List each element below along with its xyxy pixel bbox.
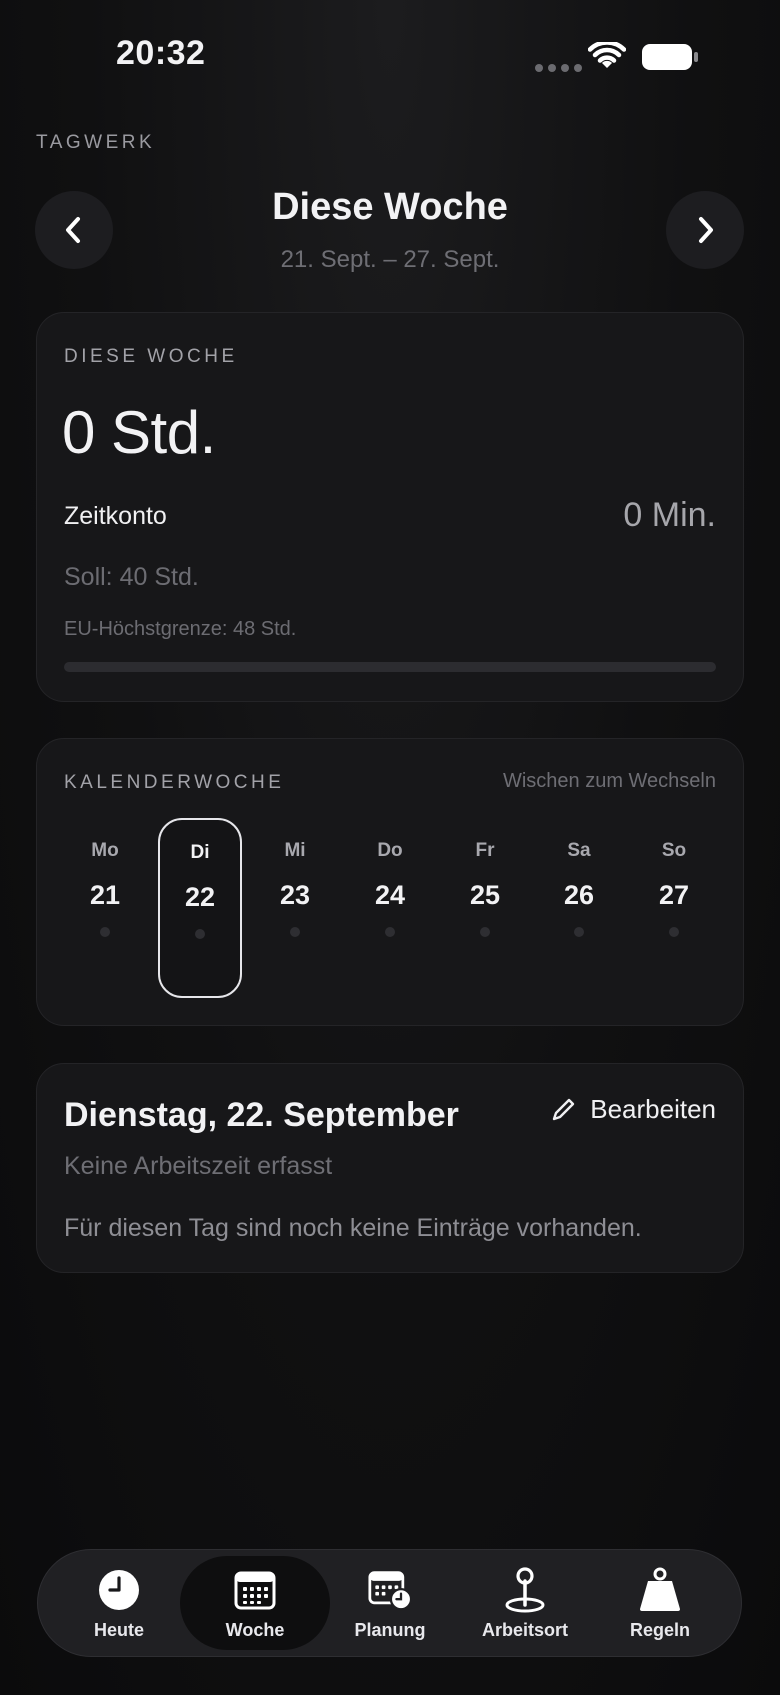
day-thu[interactable]: Do 24 <box>348 818 432 998</box>
day-number: 23 <box>279 880 311 910</box>
day-number: 26 <box>563 880 595 910</box>
zeitkonto-label: Zeitkonto <box>64 502 167 530</box>
day-name: Mo <box>91 840 119 861</box>
day-detail-title: Dienstag, 22. September <box>64 1096 459 1134</box>
pencil-icon <box>553 1098 575 1120</box>
day-entry-dot <box>480 927 490 937</box>
day-status: Keine Arbeitszeit erfasst <box>64 1152 333 1180</box>
battery-icon <box>642 44 698 70</box>
day-mon[interactable]: Mo 21 <box>63 818 147 998</box>
tab-arbeitsort[interactable]: Arbeitsort <box>457 1556 593 1650</box>
tab-regeln[interactable]: Regeln <box>592 1556 728 1650</box>
target-hours: Soll: 40 Std. <box>64 563 199 591</box>
edit-button[interactable]: Bearbeiten <box>550 1094 716 1125</box>
day-wed[interactable]: Mi 23 <box>253 818 337 998</box>
chevron-right-icon <box>699 217 713 243</box>
day-number: 21 <box>89 880 121 910</box>
tab-label: Heute <box>93 1620 144 1640</box>
wifi-icon <box>588 42 626 68</box>
day-name: Di <box>190 842 210 863</box>
clock-icon <box>99 1570 139 1610</box>
calendar-icon <box>234 1571 276 1610</box>
edit-button-label: Bearbeiten <box>590 1094 716 1124</box>
week-date-range: 21. Sept. – 27. Sept. <box>280 246 500 273</box>
swipe-hint: Wischen zum Wechseln <box>502 770 716 792</box>
cellular-signal-icon <box>535 64 582 72</box>
tab-heute[interactable]: Heute <box>51 1556 187 1650</box>
week-hours: 0 Std. <box>62 399 216 466</box>
day-name: So <box>661 840 687 861</box>
day-entry-dot <box>385 927 395 937</box>
day-empty-message: Für diesen Tag sind noch keine Einträge … <box>64 1214 642 1242</box>
weight-icon <box>640 1567 680 1611</box>
day-entry-dot <box>669 927 679 937</box>
page-title: Diese Woche <box>272 186 508 228</box>
day-number: 24 <box>374 880 406 910</box>
location-pin-icon <box>505 1567 545 1613</box>
tab-label: Woche <box>225 1620 285 1640</box>
zeitkonto-value: 0 Min. <box>623 496 716 534</box>
status-time: 20:32 <box>116 34 206 72</box>
tab-woche[interactable]: Woche <box>180 1556 330 1650</box>
app-name: TAGWERK <box>36 132 156 153</box>
day-name: Mi <box>284 840 306 861</box>
day-name: Sa <box>567 840 591 861</box>
calendar-clock-icon <box>368 1571 412 1611</box>
day-name: Do <box>377 840 403 861</box>
week-progress-bar <box>64 662 716 672</box>
day-entry-dot <box>574 927 584 937</box>
day-number: 27 <box>658 880 690 910</box>
day-fri[interactable]: Fr 25 <box>443 818 527 998</box>
day-entry-dot <box>195 929 205 939</box>
day-entry-dot <box>290 927 300 937</box>
day-number: 22 <box>184 882 216 912</box>
tab-label: Planung <box>354 1620 426 1640</box>
tab-label: Arbeitsort <box>481 1620 568 1640</box>
calendar-week-label: KALENDERWOCHE <box>64 772 285 793</box>
eu-limit: EU-Höchstgrenze: 48 Std. <box>64 618 297 640</box>
tab-label: Regeln <box>629 1620 690 1640</box>
next-week-button[interactable] <box>666 191 744 269</box>
day-entry-dot <box>100 927 110 937</box>
day-sat[interactable]: Sa 26 <box>537 818 621 998</box>
day-name: Fr <box>475 840 495 861</box>
day-tue[interactable]: Di 22 <box>158 818 242 998</box>
day-sun[interactable]: So 27 <box>632 818 716 998</box>
day-number: 25 <box>469 880 501 910</box>
tab-planung[interactable]: Planung <box>322 1556 458 1650</box>
week-summary-label: DIESE WOCHE <box>64 346 238 367</box>
